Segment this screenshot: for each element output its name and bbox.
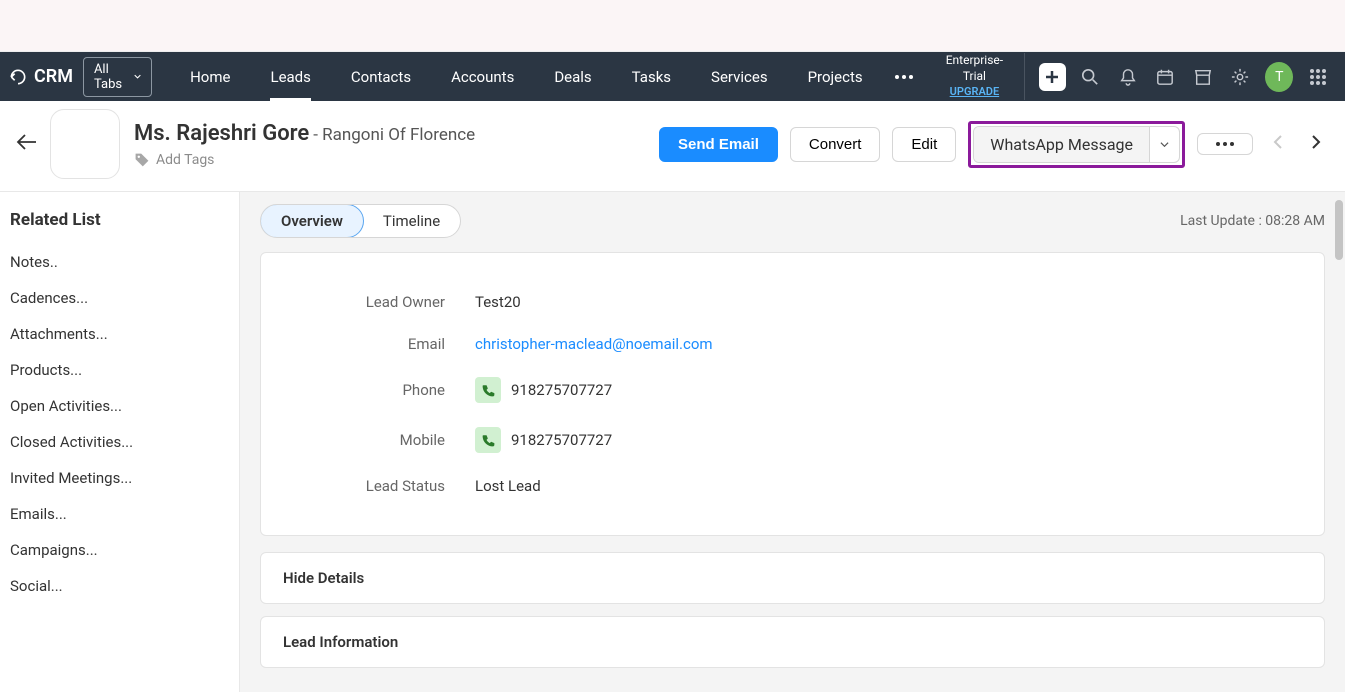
label-phone: Phone [285, 381, 475, 399]
user-avatar[interactable]: T [1265, 62, 1293, 92]
calendar-button[interactable] [1147, 57, 1185, 97]
next-record-button[interactable] [1303, 134, 1329, 154]
app-launcher[interactable] [1299, 57, 1337, 97]
sidebar-item-cadences[interactable]: Cadences... [10, 280, 229, 316]
overview-card: Lead Owner Test20 Email christopher-macl… [260, 252, 1325, 536]
calendar-icon [1156, 68, 1174, 86]
crm-logo[interactable]: CRM [8, 66, 73, 87]
marketplace-button[interactable] [1184, 57, 1222, 97]
prev-record-button[interactable] [1265, 134, 1291, 154]
company-prefix: - [313, 125, 322, 145]
notifications-button[interactable] [1109, 57, 1147, 97]
all-tabs-dropdown[interactable]: All Tabs [83, 57, 152, 97]
value-lead-owner: Test20 [475, 293, 521, 311]
scrollbar[interactable] [1335, 200, 1343, 684]
chevron-left-icon [1273, 134, 1283, 150]
send-email-button[interactable]: Send Email [659, 127, 778, 162]
brand-icon [8, 67, 28, 87]
nav-leads[interactable]: Leads [250, 52, 330, 101]
sidebar-item-closed-activities[interactable]: Closed Activities... [10, 424, 229, 460]
label-email: Email [285, 335, 475, 353]
label-lead-owner: Lead Owner [285, 293, 475, 311]
value-email[interactable]: christopher-maclead@noemail.com [475, 335, 713, 353]
sidebar-item-emails[interactable]: Emails... [10, 496, 229, 532]
sidebar-item-products[interactable]: Products... [10, 352, 229, 388]
label-lead-status: Lead Status [285, 477, 475, 495]
back-button[interactable] [16, 133, 38, 155]
ellipsis-icon [1216, 142, 1234, 146]
settings-button[interactable] [1222, 57, 1260, 97]
nav-deals[interactable]: Deals [534, 52, 611, 101]
more-actions-button[interactable] [1197, 133, 1253, 155]
scrollbar-thumb[interactable] [1335, 200, 1343, 260]
all-tabs-label: All Tabs [94, 62, 130, 92]
plus-icon [1044, 69, 1060, 85]
sidebar-item-attachments[interactable]: Attachments... [10, 316, 229, 352]
add-tags-label: Add Tags [156, 152, 214, 168]
store-icon [1194, 68, 1212, 86]
sidebar-item-campaigns[interactable]: Campaigns... [10, 532, 229, 568]
value-lead-status: Lost Lead [475, 477, 541, 495]
enterprise-label: Enterprise-Trial [937, 53, 1013, 84]
detail-panel: Overview Timeline Last Update : 08:28 AM… [240, 192, 1345, 692]
grid-icon [1310, 69, 1326, 85]
nav-tasks[interactable]: Tasks [612, 52, 691, 101]
sidebar-item-social[interactable]: Social... [10, 568, 229, 604]
related-list-sidebar: Related List Notes.. Cadences... Attachm… [0, 192, 240, 692]
whatsapp-split-button: WhatsApp Message [973, 126, 1180, 163]
value-phone: 918275707727 [511, 381, 612, 399]
tab-timeline[interactable]: Timeline [363, 205, 460, 237]
lead-information-section[interactable]: Lead Information [260, 616, 1325, 668]
search-icon [1081, 68, 1099, 86]
chevron-down-icon [134, 72, 141, 81]
sidebar-item-open-activities[interactable]: Open Activities... [10, 388, 229, 424]
add-tags-button[interactable]: Add Tags [134, 152, 475, 168]
ellipsis-icon [895, 75, 913, 79]
sidebar-item-invited-meetings[interactable]: Invited Meetings... [10, 460, 229, 496]
chevron-down-icon [1160, 140, 1169, 149]
sidebar-item-notes[interactable]: Notes.. [10, 244, 229, 280]
arrow-left-icon [16, 133, 38, 151]
chevron-right-icon [1311, 134, 1321, 150]
search-icon-button[interactable] [1072, 57, 1110, 97]
whatsapp-dropdown-caret[interactable] [1149, 127, 1179, 162]
nav-more[interactable] [883, 75, 925, 79]
gear-icon [1231, 68, 1249, 86]
record-header: Ms. Rajeshri Gore - Rangoni Of Florence … [0, 101, 1345, 192]
nav-projects[interactable]: Projects [788, 52, 883, 101]
phone-call-icon[interactable] [475, 377, 501, 403]
phone-icon [482, 434, 495, 447]
label-mobile: Mobile [285, 431, 475, 449]
edit-button[interactable]: Edit [892, 127, 956, 162]
whatsapp-highlight: WhatsApp Message [968, 121, 1185, 168]
add-button[interactable] [1039, 63, 1065, 91]
lead-name: Ms. Rajeshri Gore [134, 121, 309, 146]
lead-avatar[interactable] [50, 109, 120, 179]
phone-icon [482, 384, 495, 397]
convert-button[interactable]: Convert [790, 127, 881, 162]
lead-company: Rangoni Of Florence [322, 125, 475, 145]
brand-text: CRM [34, 66, 73, 87]
top-navbar: CRM All Tabs Home Leads Contacts Account… [0, 52, 1345, 101]
nav-contacts[interactable]: Contacts [331, 52, 431, 101]
detail-tabs: Overview Timeline [260, 204, 461, 238]
whatsapp-message-button[interactable]: WhatsApp Message [974, 127, 1149, 162]
sidebar-title: Related List [10, 210, 229, 230]
nav-home[interactable]: Home [170, 52, 250, 101]
tab-overview[interactable]: Overview [260, 204, 364, 238]
hide-details-toggle[interactable]: Hide Details [260, 552, 1325, 604]
bell-icon [1119, 68, 1137, 86]
tag-icon [134, 152, 150, 168]
nav-accounts[interactable]: Accounts [431, 52, 534, 101]
enterprise-trial-block: Enterprise-Trial UPGRADE [925, 53, 1026, 100]
upgrade-link[interactable]: UPGRADE [950, 85, 999, 98]
browser-chrome-fade [0, 0, 1345, 52]
last-update-text: Last Update : 08:28 AM [1180, 213, 1325, 229]
value-mobile: 918275707727 [511, 431, 612, 449]
nav-services[interactable]: Services [691, 52, 788, 101]
mobile-call-icon[interactable] [475, 427, 501, 453]
